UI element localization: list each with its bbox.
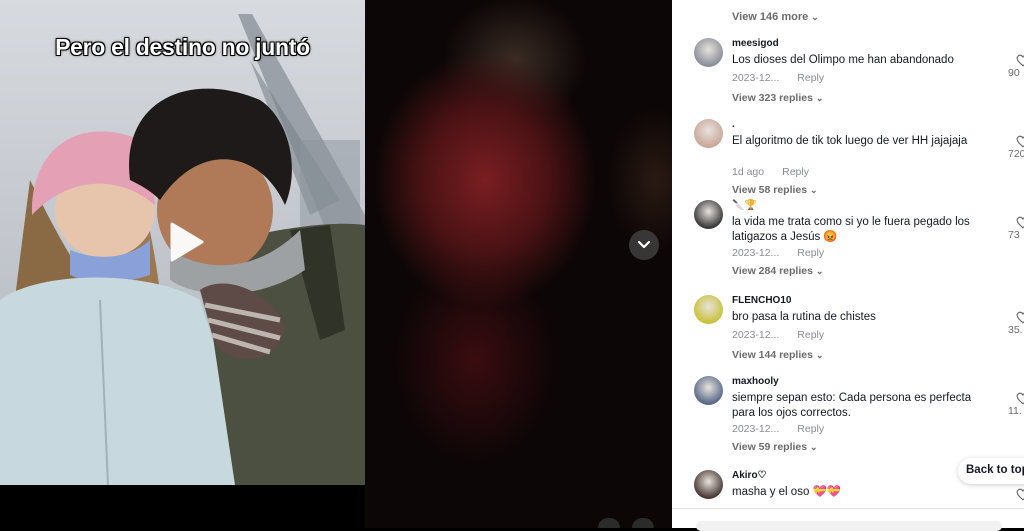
like-button[interactable]: 73 — [1008, 216, 1024, 241]
like-button[interactable]: 90 — [1008, 54, 1024, 79]
comment-username[interactable]: Akiro♡ — [732, 470, 767, 481]
avatar[interactable] — [694, 38, 723, 67]
view-replies-link[interactable]: View 144 replies ⌄ — [732, 349, 823, 361]
view-more-label: View 146 more — [732, 11, 809, 23]
next-video-button[interactable] — [629, 230, 659, 260]
comment-text: la vida me trata como si yo le fuera peg… — [732, 216, 970, 243]
comment-meta: 2023-12... Reply — [732, 72, 824, 84]
comment-meta: 2023-12... Reply — [732, 423, 824, 435]
avatar[interactable] — [694, 295, 723, 324]
comment-text: El algoritmo de tik tok luego de ver HH … — [732, 135, 968, 147]
heart-icon — [1016, 54, 1024, 67]
comment-username[interactable]: . — [732, 119, 735, 130]
chevron-down-icon — [637, 240, 651, 249]
heart-icon — [1016, 135, 1024, 148]
avatar[interactable] — [694, 200, 723, 229]
avatar[interactable] — [694, 119, 723, 148]
comment-text: siempre sepan esto: Cada persona es perf… — [732, 392, 972, 419]
reply-button[interactable]: Reply — [797, 247, 824, 259]
comment-text: bro pasa la rutina de chistes — [732, 311, 876, 323]
comment-text: masha y el oso 💝💝 — [732, 486, 842, 498]
video-player[interactable]: Pero el destino no juntó — [0, 0, 365, 485]
heart-icon — [1016, 311, 1024, 324]
like-count: 73 — [1008, 229, 1020, 241]
avatar[interactable] — [694, 470, 723, 499]
reply-button[interactable]: Reply — [782, 166, 809, 178]
play-icon[interactable] — [164, 220, 208, 264]
chevron-down-icon: ⌄ — [810, 442, 818, 452]
video-caption-overlay: Pero el destino no juntó — [55, 34, 310, 60]
view-replies-link[interactable]: View 59 replies ⌄ — [732, 441, 818, 453]
comment-username[interactable]: meesigod — [732, 38, 779, 49]
view-replies-link[interactable]: View 284 replies ⌄ — [732, 265, 823, 277]
blurred-background — [365, 0, 672, 528]
comment-date: 2023-12... — [732, 72, 780, 84]
comment-date: 2023-12... — [732, 329, 780, 341]
view-replies-label: View 59 replies — [732, 441, 808, 453]
chevron-down-icon: ⌄ — [815, 93, 824, 103]
comment-date: 1d ago — [732, 166, 765, 178]
comment-meta: 2023-12... Reply — [732, 329, 824, 341]
comment-meta: 1d ago Reply — [732, 166, 809, 178]
view-more-replies-link[interactable]: View 146 more ⌄ — [732, 11, 819, 23]
like-button[interactable]: 11. — [1008, 392, 1024, 417]
view-replies-link[interactable]: View 323 replies ⌄ — [732, 92, 823, 104]
heart-icon — [1016, 216, 1024, 229]
chevron-down-icon: ⌄ — [810, 185, 818, 195]
comment-text: Los dioses del Olimpo me han abandonado — [732, 54, 954, 66]
back-to-top-button[interactable]: Back to top — [958, 458, 1024, 484]
comment-username[interactable]: maxhooly — [732, 376, 779, 387]
comment-date: 2023-12... — [732, 247, 780, 259]
video-letterbox — [0, 485, 365, 528]
view-replies-label: View 323 replies — [732, 92, 813, 104]
like-count: 90 — [1008, 67, 1020, 79]
heart-icon — [1016, 392, 1024, 405]
chevron-down-icon: ⌄ — [815, 350, 824, 360]
view-replies-label: View 144 replies — [732, 349, 813, 361]
view-replies-label: View 58 replies — [732, 184, 808, 196]
comments-panel: View 146 more ⌄ meesigod Los dioses del O… — [672, 0, 1024, 528]
chevron-down-icon: ⌄ — [815, 266, 824, 276]
comment-username[interactable]: FLENCHO10 — [732, 295, 791, 306]
video-stage: Pero el destino no juntó — [0, 0, 672, 528]
like-button[interactable]: 35. — [1008, 311, 1024, 336]
avatar[interactable] — [694, 376, 723, 405]
comment-username[interactable]: 🔪🏆 — [732, 200, 757, 211]
chevron-down-icon: ⌄ — [811, 12, 819, 22]
view-replies-label: View 284 replies — [732, 265, 813, 277]
like-count: 11. — [1008, 405, 1022, 417]
reply-button[interactable]: Reply — [797, 423, 824, 435]
heart-icon — [1016, 488, 1024, 501]
like-button[interactable]: 720 — [1008, 135, 1024, 160]
like-count: 35. — [1008, 324, 1023, 336]
comment-meta: 2023-12... Reply — [732, 247, 824, 259]
comment-date: 2023-12... — [732, 423, 780, 435]
view-replies-link[interactable]: View 58 replies ⌄ — [732, 184, 818, 196]
like-count: 720 — [1008, 148, 1024, 160]
reply-button[interactable]: Reply — [797, 72, 824, 84]
reply-button[interactable]: Reply — [797, 329, 824, 341]
comment-input[interactable] — [696, 521, 1002, 531]
like-button[interactable] — [1012, 488, 1024, 501]
